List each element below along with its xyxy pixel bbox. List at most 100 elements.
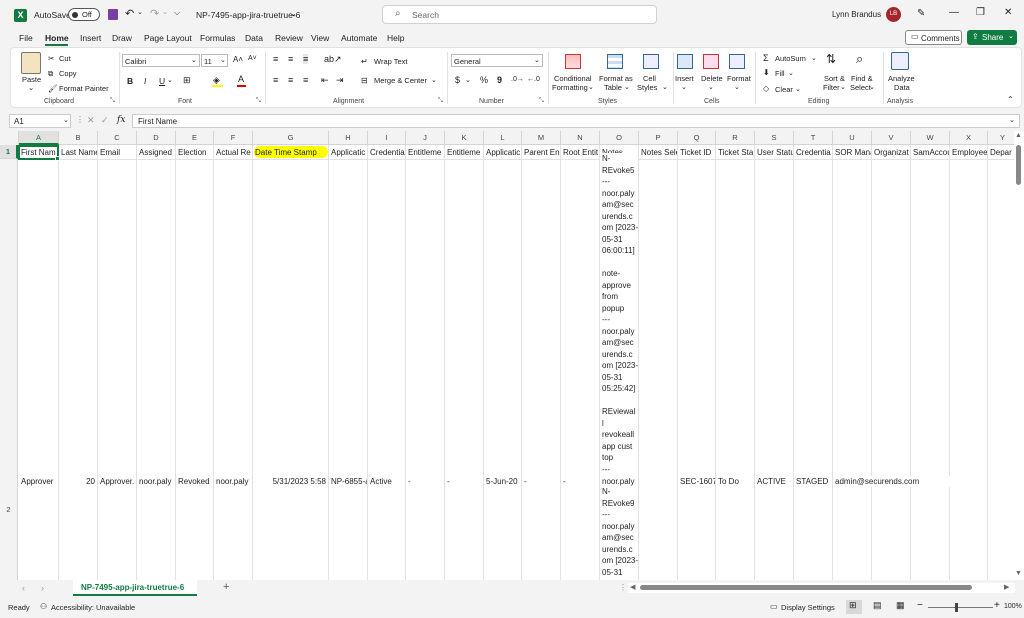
decrease-decimal-icon[interactable]: ←.0 xyxy=(527,76,540,83)
table-cell[interactable]: ACTIVE xyxy=(755,476,793,487)
comma-button[interactable]: 9 xyxy=(497,75,502,85)
column-header-g[interactable]: G xyxy=(253,131,329,145)
autosum-icon[interactable]: Σ xyxy=(763,53,769,63)
wrap-text-icon[interactable]: ↵ xyxy=(361,57,368,66)
merge-chevron-icon[interactable]: ⌄ xyxy=(431,76,437,84)
scroll-right-icon[interactable]: ▶ xyxy=(1004,583,1009,591)
currency-button[interactable]: $ xyxy=(455,75,460,85)
select-all-corner[interactable] xyxy=(0,131,19,146)
column-header-f[interactable]: F xyxy=(214,131,253,145)
column-header-h[interactable]: H xyxy=(329,131,368,145)
name-box[interactable]: A1 ⌄ xyxy=(9,114,71,128)
copy-button[interactable]: Copy xyxy=(59,69,77,78)
column-header-l[interactable]: L xyxy=(484,131,522,145)
header-cell[interactable]: Entitleme xyxy=(406,147,444,158)
tab-automate[interactable]: Automate xyxy=(341,33,377,43)
format-painter-button[interactable]: Format Painter xyxy=(59,84,109,93)
scroll-thumb[interactable] xyxy=(1016,145,1021,185)
conditional-formatting-label-1[interactable]: Conditional xyxy=(554,74,592,83)
analyze-data-label-1[interactable]: Analyze xyxy=(888,74,915,83)
paste-icon[interactable] xyxy=(21,52,41,74)
header-cell[interactable]: Assigned xyxy=(137,147,175,158)
close-icon[interactable]: ✕ xyxy=(1004,7,1012,18)
column-header-b[interactable]: B xyxy=(59,131,98,145)
fill-button[interactable]: Fill xyxy=(775,69,785,78)
sort-filter-label-2[interactable]: Filter xyxy=(823,83,840,92)
header-cell[interactable]: SamAccou xyxy=(911,147,949,158)
table-cell[interactable]: - xyxy=(445,476,483,487)
expand-formula-icon[interactable]: ⌄ xyxy=(1009,116,1015,124)
align-middle-icon[interactable]: ≡ xyxy=(288,54,293,64)
column-header-r[interactable]: R xyxy=(716,131,755,145)
column-header-u[interactable]: U xyxy=(833,131,872,145)
user-name[interactable]: Lynn Brandus xyxy=(832,10,881,19)
save-icon[interactable] xyxy=(108,9,118,20)
header-cell[interactable]: Credentia xyxy=(794,147,832,158)
increase-decimal-icon[interactable]: .0→ xyxy=(511,76,524,83)
prev-sheet-icon[interactable]: ‹ xyxy=(22,583,25,593)
analyze-data-icon[interactable] xyxy=(891,52,909,70)
font-size-select[interactable]: 11 ⌄ xyxy=(201,54,228,67)
accessibility-status[interactable]: Accessibility: Unavailable xyxy=(51,603,135,612)
format-as-table-label-2[interactable]: Table xyxy=(604,83,622,92)
column-header-p[interactable]: P xyxy=(639,131,678,145)
table-cell[interactable]: Revoked xyxy=(176,476,213,487)
underline-chevron-icon[interactable]: ⌄ xyxy=(167,76,173,84)
insert-chevron-icon[interactable]: ⌄ xyxy=(681,83,687,91)
delete-cells-icon[interactable] xyxy=(703,54,719,69)
header-cell[interactable]: Applicatic xyxy=(484,147,521,158)
table-cell[interactable]: 5/31/2023 5:58 xyxy=(253,476,328,487)
header-cell[interactable]: Notes Sele xyxy=(639,147,677,158)
insert-button[interactable]: Insert xyxy=(675,74,694,83)
bold-button[interactable]: B xyxy=(127,76,133,86)
font-color-icon[interactable]: A xyxy=(238,74,244,84)
tab-help[interactable]: Help xyxy=(387,33,404,43)
autosum-button[interactable]: AutoSum xyxy=(775,54,806,63)
find-select-label-2[interactable]: Select xyxy=(850,83,871,92)
decrease-font-icon[interactable]: A˅ xyxy=(248,55,257,62)
orientation-icon[interactable]: ab↗ xyxy=(324,54,342,65)
header-cell[interactable]: Date Time Stamp xyxy=(253,147,328,158)
borders-icon[interactable]: ⊞ xyxy=(183,75,191,86)
cell-styles-label-1[interactable]: Cell xyxy=(643,74,656,83)
column-header-t[interactable]: T xyxy=(794,131,833,145)
row-header-1[interactable]: 1 xyxy=(0,145,18,159)
align-top-icon[interactable]: ≡ xyxy=(273,54,278,64)
header-cell[interactable]: Entitleme xyxy=(445,147,483,158)
conditional-chevron-icon[interactable]: ⌄ xyxy=(588,83,594,91)
format-button[interactable]: Format xyxy=(727,74,751,83)
column-header-q[interactable]: Q xyxy=(678,131,716,145)
formula-options-icon[interactable]: ⋮ xyxy=(76,115,84,124)
merge-icon[interactable]: ⊟ xyxy=(361,76,368,85)
collapse-ribbon-icon[interactable]: ⌃ xyxy=(1007,95,1014,104)
page-break-view-icon[interactable]: ▦ xyxy=(896,600,905,611)
add-sheet-icon[interactable]: + xyxy=(223,581,229,593)
conditional-formatting-label-2[interactable]: Formatting xyxy=(552,83,588,92)
cell-styles-chevron-icon[interactable]: ⌄ xyxy=(662,83,668,91)
zoom-out-icon[interactable]: − xyxy=(917,600,923,611)
number-format-select[interactable]: General ⌄ xyxy=(451,54,543,67)
align-bottom-icon[interactable]: ≡ xyxy=(303,54,309,64)
clear-button[interactable]: Clear xyxy=(775,85,793,94)
column-header-e[interactable]: E xyxy=(176,131,214,145)
restore-icon[interactable]: ❐ xyxy=(976,7,985,18)
format-cells-icon[interactable] xyxy=(729,54,745,69)
column-header-i[interactable]: I xyxy=(368,131,406,145)
header-cell[interactable]: Actual Re xyxy=(214,147,252,158)
column-header-c[interactable]: C xyxy=(98,131,137,145)
clipboard-launcher-icon[interactable]: ⤡ xyxy=(110,98,115,105)
delete-chevron-icon[interactable]: ⌄ xyxy=(708,83,714,91)
tab-formulas[interactable]: Formulas xyxy=(200,33,235,43)
header-cell[interactable]: Organizat xyxy=(872,147,910,158)
display-settings-icon[interactable]: ▭ xyxy=(770,602,778,611)
align-left-icon[interactable]: ≡ xyxy=(273,75,278,85)
fill-icon[interactable]: ⬇ xyxy=(763,68,770,77)
cell-styles-icon[interactable] xyxy=(643,54,659,69)
find-select-label-1[interactable]: Find & xyxy=(851,74,873,83)
header-cell[interactable]: Credentia xyxy=(368,147,405,158)
table-cell[interactable]: Approver. xyxy=(98,476,136,487)
comments-button[interactable]: ▭ Comments xyxy=(905,30,962,45)
header-cell[interactable]: SOR Mana xyxy=(833,147,871,158)
italic-button[interactable]: I xyxy=(144,76,146,86)
column-header-a[interactable]: A xyxy=(19,131,59,145)
